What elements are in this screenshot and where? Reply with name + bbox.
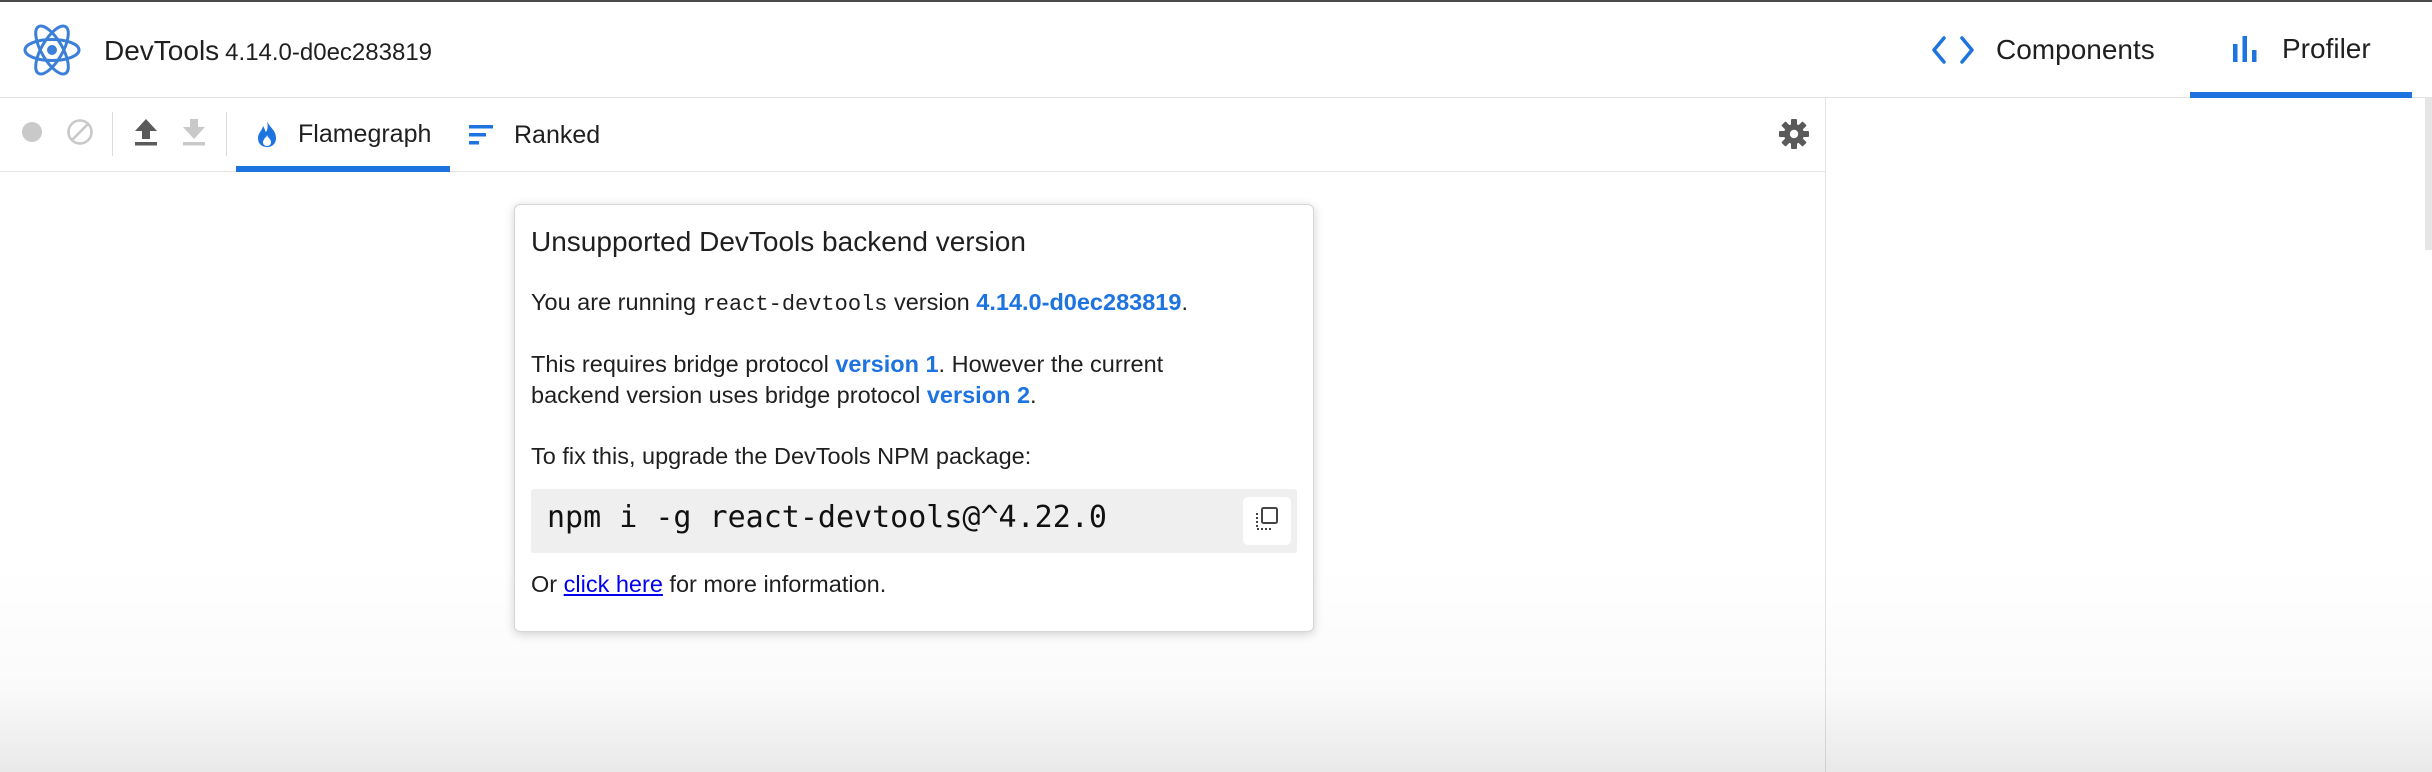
fix-instructions: To fix this, upgrade the DevTools NPM pa… (531, 443, 1032, 469)
upgrade-command[interactable]: npm i -g react-devtools@^4.22.0 (547, 499, 1107, 537)
requires-prefix: This requires bridge protocol (531, 351, 836, 377)
bar-chart-icon (2230, 34, 2260, 64)
package-name: react-devtools (702, 292, 888, 317)
scrollbar[interactable] (2425, 98, 2432, 250)
copy-command-button[interactable] (1243, 497, 1291, 545)
backend-protocol-version: version 2 (926, 382, 1031, 408)
backend-prefix: backend version uses bridge protocol (531, 382, 927, 408)
running-suffix: . (1181, 289, 1188, 315)
save-profile-button[interactable] (174, 114, 214, 154)
toolbar-divider (226, 112, 227, 156)
running-middle: version (887, 289, 977, 315)
requires-middle: . However the current (938, 351, 1164, 377)
tab-profiler[interactable]: Profiler (2190, 2, 2412, 98)
app-title: DevTools 4.14.0-d0ec283819 (104, 34, 432, 70)
more-info-link[interactable]: click here (564, 571, 663, 597)
ranked-bars-icon (468, 123, 494, 147)
tab-ranked-label: Ranked (514, 120, 601, 149)
more-info-text: Or click here for more information. (531, 569, 886, 600)
tab-flamegraph[interactable]: Flamegraph (236, 98, 450, 172)
settings-button[interactable] (1774, 116, 1814, 156)
tab-profiler-label: Profiler (2282, 33, 2371, 64)
running-prefix: You are running (531, 289, 703, 315)
protocol-text: This requires bridge protocol version 1.… (531, 349, 1163, 411)
code-brackets-icon (1932, 35, 1974, 65)
record-icon (21, 121, 43, 148)
upgrade-command-box: npm i -g react-devtools@^4.22.0 (531, 489, 1297, 553)
clear-button[interactable] (60, 114, 100, 154)
toolbar-divider (112, 112, 113, 156)
unsupported-version-dialog: Unsupported DevTools backend version You… (514, 204, 1314, 632)
running-version-text: You are running react-devtools version 4… (531, 287, 1188, 320)
load-profile-button[interactable] (126, 114, 166, 154)
app-name: DevTools (104, 35, 220, 66)
frontend-version: 4.14.0-d0ec283819 (976, 289, 1182, 315)
copy-icon (1254, 506, 1280, 537)
details-panel (1826, 98, 2432, 772)
download-icon (180, 117, 208, 152)
more-prefix: Or (531, 571, 564, 597)
react-logo-icon (22, 22, 82, 78)
tab-ranked[interactable]: Ranked (466, 98, 606, 172)
upload-icon (132, 117, 160, 152)
tab-components-label: Components (1996, 34, 2155, 65)
record-button[interactable] (12, 114, 52, 154)
dialog-title: Unsupported DevTools backend version (531, 226, 1026, 257)
app-version: 4.14.0-d0ec283819 (225, 39, 433, 66)
more-suffix: for more information. (662, 571, 887, 597)
tab-components[interactable]: Components (1920, 2, 2190, 98)
backend-suffix: . (1030, 382, 1037, 408)
profiler-toolbar: Flamegraph Ranked (0, 98, 1826, 172)
tab-flamegraph-label: Flamegraph (298, 119, 432, 148)
required-protocol-version: version 1 (835, 351, 939, 377)
clear-icon (66, 118, 94, 151)
devtools-window: DevTools 4.14.0-d0ec283819 Components Pro… (0, 0, 2432, 772)
flame-icon (256, 120, 278, 148)
devtools-header: DevTools 4.14.0-d0ec283819 Components Pro… (0, 2, 2432, 98)
gear-icon (1778, 118, 1810, 155)
